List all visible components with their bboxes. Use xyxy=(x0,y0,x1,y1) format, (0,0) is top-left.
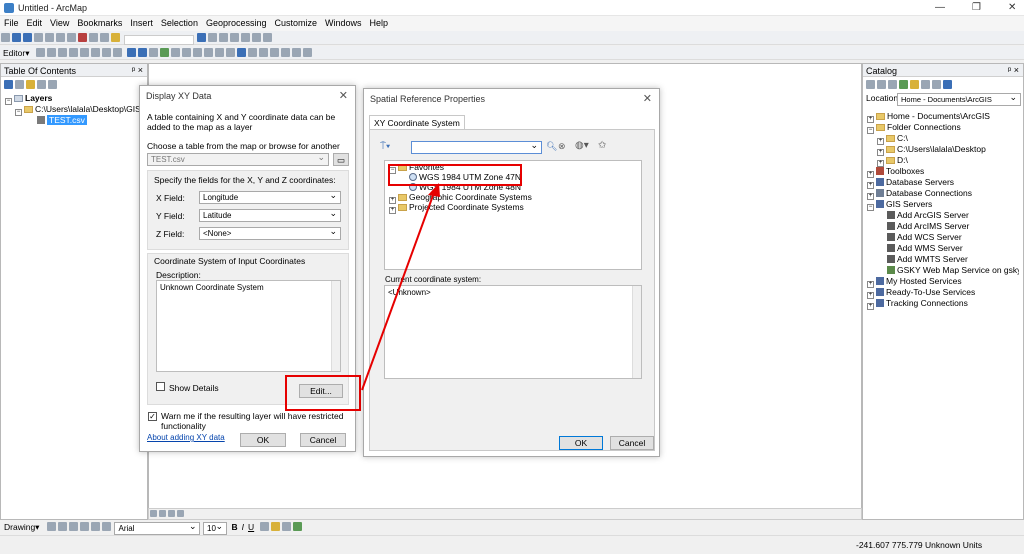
drawing-toolbar: Drawing▾ Arial 10 BIU xyxy=(0,520,1024,536)
font-dropdown[interactable]: Arial xyxy=(114,521,201,535)
fill-color-icon[interactable] xyxy=(270,522,280,531)
callout-icon[interactable] xyxy=(101,522,111,531)
bold-button[interactable]: B xyxy=(230,522,240,532)
arrow-line xyxy=(361,189,436,391)
select-elements-tool-icon[interactable] xyxy=(46,522,56,531)
marker-color-icon[interactable] xyxy=(292,522,302,531)
arrow-head xyxy=(428,183,440,197)
font-value: Arial xyxy=(118,524,135,533)
font-size-dropdown[interactable]: 10 xyxy=(203,521,227,535)
font-size-value: 10 xyxy=(207,524,216,533)
rectangle-icon[interactable] xyxy=(79,522,89,531)
rotate-element-icon[interactable] xyxy=(57,522,67,531)
drawing-menu[interactable]: Drawing▾ xyxy=(0,522,43,532)
red-arrow-annotation xyxy=(361,183,440,391)
zoom-whole-page-icon[interactable] xyxy=(68,522,78,531)
font-color-icon[interactable] xyxy=(259,522,269,531)
text-icon[interactable] xyxy=(90,522,100,531)
coordinate-readout: -241.607 775.779 Unknown Units xyxy=(856,540,983,550)
status-bar: -241.607 775.779 Unknown Units xyxy=(0,536,1024,554)
underline-button[interactable]: U xyxy=(246,522,256,532)
line-color-icon[interactable] xyxy=(281,522,291,531)
